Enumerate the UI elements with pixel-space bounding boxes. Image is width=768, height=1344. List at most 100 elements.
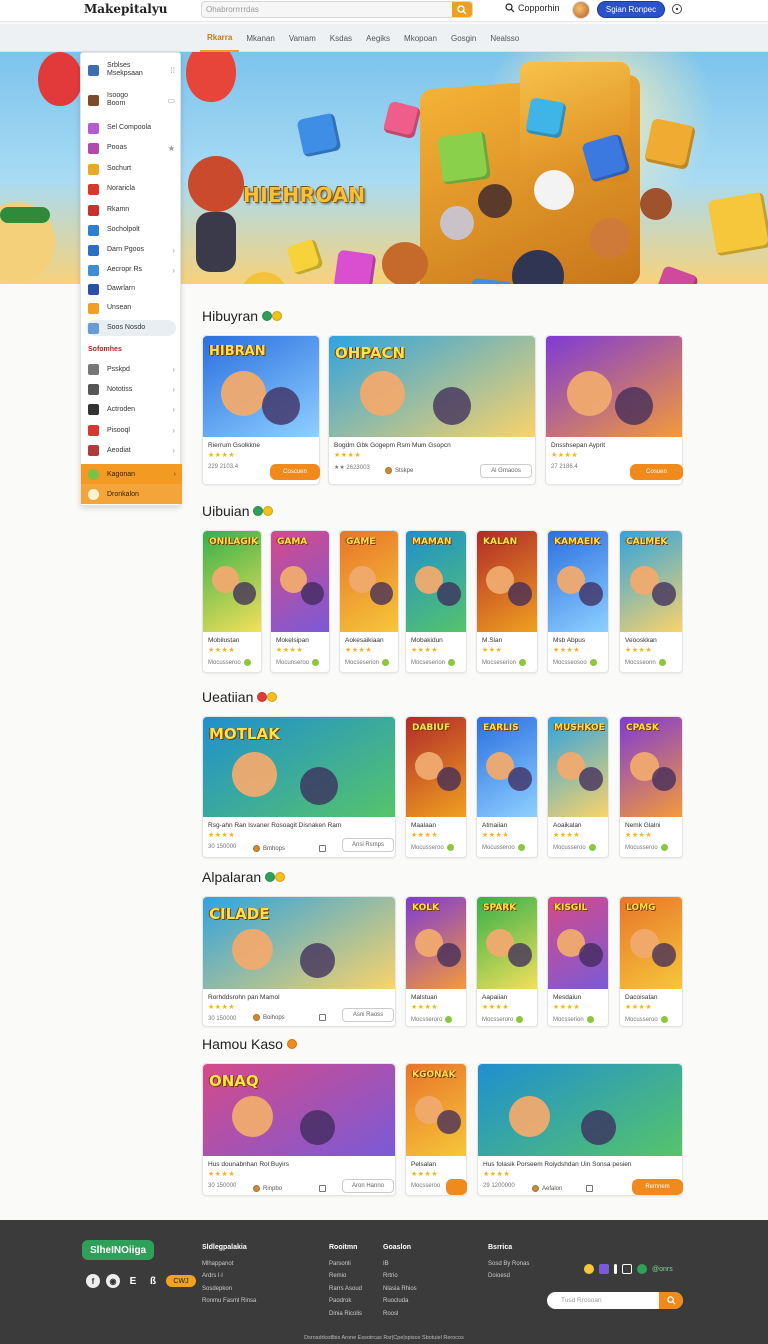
play-button[interactable]: Coscuen [270, 464, 320, 480]
sidebar-item[interactable]: Pooas ★ [81, 139, 181, 157]
game-name[interactable]: Hus dounabnhan Rol Buyirs [208, 1161, 391, 1168]
footer-link[interactable]: Nlasia Rhios [383, 1283, 417, 1296]
sidebar-item[interactable]: Nototiss › [81, 380, 181, 398]
game-name[interactable]: Mobilustan [208, 637, 257, 644]
footer-link[interactable]: IB [383, 1258, 417, 1271]
header-link[interactable]: Copporhin [505, 3, 560, 13]
game-card[interactable]: KALAN M.Slan ★★★ Mocseserion [476, 530, 538, 673]
sidebar-item[interactable]: Soos Nosdo [81, 319, 181, 337]
footer-link[interactable]: Ardrs l·l [202, 1270, 256, 1283]
secondary-button[interactable]: Al Gmaoos [480, 464, 532, 478]
footer-link[interactable]: Dinia Ricolis [329, 1308, 362, 1321]
secondary-button[interactable]: Ansi Rsmps [342, 838, 394, 852]
game-thumbnail[interactable]: KOLK [406, 897, 466, 989]
game-name[interactable]: Rsg-ahn Ran Isvaner Rosoagit Disnaken Ra… [208, 822, 391, 829]
sidebar-item[interactable]: Rkamn [81, 201, 181, 219]
avatar[interactable] [572, 1, 590, 19]
game-card[interactable]: DABIUF Maalaan ★★★★ Mocusseroo [405, 716, 467, 858]
game-card[interactable]: ONILAGIK Mobilustan ★★★★ Mocusseroo [202, 530, 262, 673]
square-icon[interactable] [622, 1264, 632, 1274]
bookmark-icon[interactable] [319, 1014, 326, 1021]
game-thumbnail[interactable]: KAMAEIK [548, 531, 608, 632]
sidebar-item[interactable]: Actroden › [81, 400, 181, 418]
game-name[interactable]: Dnsshsepan Ayprit [551, 442, 678, 449]
secondary-button[interactable]: Asni Raoss [342, 1008, 394, 1022]
game-thumbnail[interactable]: MOTLAK [203, 717, 395, 817]
footer-link[interactable]: Doioesd [488, 1270, 529, 1283]
game-thumbnail[interactable]: LOMG [620, 897, 682, 989]
game-thumbnail[interactable] [478, 1064, 682, 1156]
game-card[interactable]: KISGIL Mesdaiun ★★★★ Mocsserion [547, 896, 609, 1027]
game-thumbnail[interactable]: GAME [340, 531, 398, 632]
card-mini-action[interactable]: Aefalon [532, 1185, 562, 1192]
game-card[interactable]: KAMAEIK Msb Abpus ★★★★ Mocsseosoo [547, 530, 609, 673]
game-card[interactable]: CALMEK Veooskkan ★★★★ Mocsseonn [619, 530, 683, 673]
app-icon[interactable] [599, 1264, 609, 1274]
sidebar-promo-item[interactable]: Kagonan › [81, 464, 182, 484]
game-card[interactable]: CPASK Nemk Glalni ★★★★ Mocusseroo [619, 716, 683, 858]
game-thumbnail[interactable]: CPASK [620, 717, 682, 817]
game-name[interactable]: Atmaiian [482, 822, 533, 829]
footer-link[interactable]: Ruocluda [383, 1295, 417, 1308]
game-thumbnail[interactable]: ONAQ [203, 1064, 395, 1156]
game-thumbnail[interactable]: OHPACN [329, 336, 535, 437]
game-name[interactable]: Mokelsipan [276, 637, 325, 644]
sidebar-item[interactable]: Darn Pgoos › [81, 241, 181, 259]
game-thumbnail[interactable]: KALAN [477, 531, 537, 632]
game-thumbnail[interactable]: MAMAN [406, 531, 466, 632]
bookmark-icon[interactable] [319, 1185, 326, 1192]
game-card[interactable]: GAMA Mokelsipan ★★★★ Mocunseroo [270, 530, 330, 673]
game-thumbnail[interactable]: SPARK [477, 897, 537, 989]
game-name[interactable]: Aoaikalan [553, 822, 604, 829]
search-input[interactable]: Ohabrorrrrrdas [202, 5, 452, 14]
sidebar-promo-item[interactable]: Dronkalon [81, 484, 182, 504]
game-name[interactable]: Mobakidun [411, 637, 462, 644]
close-icon[interactable] [446, 1179, 467, 1195]
game-thumbnail[interactable]: CILADE [203, 897, 395, 989]
gamepad-icon[interactable]: ◉ [106, 1274, 120, 1288]
game-name[interactable]: Pelsalan [411, 1161, 462, 1168]
game-card[interactable]: KOLK Malstuan ★★★★ Mocsseroro [405, 896, 467, 1027]
play-button[interactable]: Remnem [632, 1179, 683, 1195]
sidebar-item[interactable]: Dawrlarn [81, 280, 181, 298]
site-logo[interactable]: Makepitalyu [84, 2, 168, 16]
game-card[interactable]: ONAQ Hus dounabnhan Rol Buyirs ★★★★ 30 1500… [202, 1063, 396, 1196]
game-card[interactable]: Dnsshsepan Ayprit ★★★★ 27 2186.4 [545, 335, 683, 485]
help-icon[interactable] [671, 3, 683, 15]
game-card[interactable]: HIBRAN Rierrum Gsolkkne ★★★★ 229 2103.4 [202, 335, 320, 485]
play-button[interactable]: Cosuen [630, 464, 683, 480]
card-mini-action[interactable]: Boihops [253, 1014, 285, 1021]
footer-link[interactable]: Rarrs Asoud [329, 1283, 362, 1296]
footer-brand[interactable]: SlheINOiiga [82, 1240, 155, 1260]
sidebar-item[interactable]: Unsean [81, 299, 181, 317]
sidebar-item[interactable]: Aecropr Rs › [81, 261, 181, 279]
game-name[interactable]: Malstuan [411, 994, 462, 1001]
footer-link[interactable]: Sosdepkon [202, 1283, 256, 1296]
game-card[interactable]: KGONAK Pelsalan ★★★★ Mocsseroo [405, 1063, 467, 1196]
game-card[interactable]: LOMG Dacoisatan ★★★★ Mocusseroo [619, 896, 683, 1027]
nav-tab-3[interactable]: Vamam [282, 24, 323, 52]
sidebar-item[interactable]: Aeodiat › [81, 441, 181, 459]
game-name[interactable]: Mesdaiun [553, 994, 604, 1001]
game-thumbnail[interactable]: EARLIS [477, 717, 537, 817]
sidebar-item[interactable]: Sel Compoola [81, 119, 181, 137]
nav-tab-1[interactable]: Rkarra [200, 24, 240, 52]
footer-pill[interactable]: CWJ [166, 1275, 196, 1287]
game-thumbnail[interactable]: MUSHKOE [548, 717, 608, 817]
footer-link[interactable]: Rrtrio [383, 1270, 417, 1283]
game-card[interactable]: MOTLAK Rsg-ahn Ran Isvaner Rosoagit Disna… [202, 716, 396, 858]
game-card[interactable]: OHPACN Bogdm Gbk Gogepm Rsm Mum Gsopcn ★★★… [328, 335, 536, 485]
e-icon[interactable]: E [126, 1274, 140, 1288]
game-name[interactable]: Dacoisatan [625, 994, 678, 1001]
game-name[interactable]: Nemk Glalni [625, 822, 678, 829]
search-bar[interactable]: Ohabrorrrrrdas [201, 1, 473, 18]
game-name[interactable]: Rorhddsrohn pan Mamol [208, 994, 391, 1001]
chat-icon[interactable] [637, 1264, 647, 1274]
game-thumbnail[interactable]: GAMA [271, 531, 329, 632]
facebook-icon[interactable]: f [86, 1274, 100, 1288]
footer-search[interactable]: Tusd Rrosoan [547, 1292, 683, 1309]
secondary-button[interactable]: Aron Hanno [342, 1179, 394, 1193]
footer-link[interactable]: Ronmu Fasml Rinsa [202, 1295, 256, 1308]
sign-in-button[interactable]: Sgian Ronpec [597, 1, 665, 18]
footer-search-input[interactable]: Tusd Rrosoan [547, 1297, 659, 1304]
